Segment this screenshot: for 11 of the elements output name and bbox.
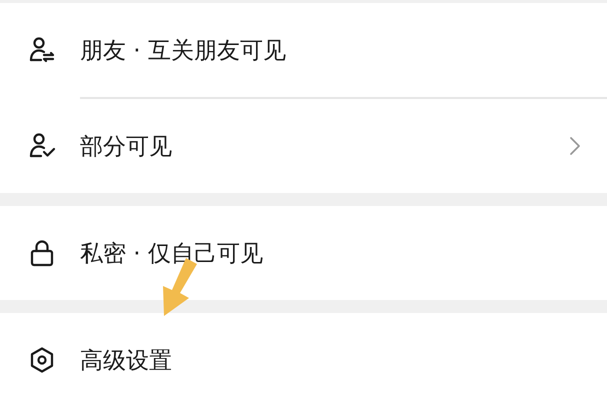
- chevron-right-icon: [569, 136, 581, 156]
- hexagon-settings-icon: [28, 346, 56, 374]
- settings-row[interactable]: 高级设置: [0, 313, 607, 404]
- row-label: 朋友 · 互关朋友可见: [80, 36, 287, 66]
- row-label: 高级设置: [80, 346, 173, 376]
- person-swap-icon: [28, 36, 56, 64]
- person-check-icon: [28, 132, 56, 160]
- settings-row[interactable]: 部分可见: [0, 99, 607, 193]
- lock-icon: [28, 239, 56, 267]
- settings-row[interactable]: 朋友 · 互关朋友可见: [0, 3, 607, 97]
- row-label: 部分可见: [80, 132, 173, 162]
